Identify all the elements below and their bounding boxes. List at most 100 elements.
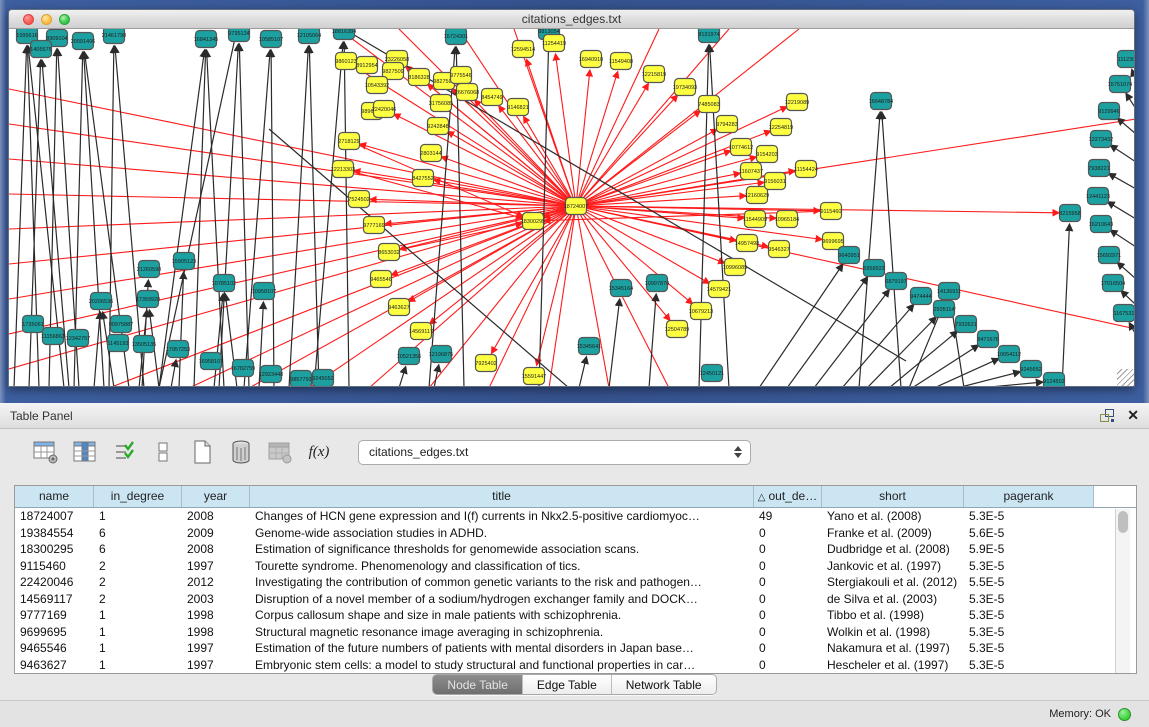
- graph-node[interactable]: 10679213: [689, 303, 713, 320]
- graph-node[interactable]: 14569117: [409, 323, 433, 340]
- graph-node[interactable]: 7938221: [1088, 160, 1109, 177]
- graph-node[interactable]: 11156863: [41, 328, 65, 345]
- graph-node[interactable]: 10654112: [997, 346, 1021, 363]
- graph-edge[interactable]: [576, 206, 609, 387]
- table-cell[interactable]: 1998: [182, 607, 250, 624]
- graph-edge[interactable]: [1110, 230, 1135, 247]
- table-cell[interactable]: 1: [94, 640, 182, 657]
- graph-node[interactable]: 17359928: [136, 291, 160, 308]
- column-header-pagerank[interactable]: pagerank: [964, 486, 1094, 507]
- network-window[interactable]: citations_edges.txt 19956168909104140557…: [8, 9, 1135, 387]
- graph-node[interactable]: 1735061: [22, 316, 43, 333]
- graph-node[interactable]: 11607437: [739, 163, 763, 180]
- graph-edge[interactable]: [912, 345, 979, 387]
- table-cell[interactable]: 1: [94, 607, 182, 624]
- graph-edge[interactable]: [649, 294, 656, 387]
- table-cell[interactable]: 2009: [182, 525, 250, 542]
- graph-node[interactable]: 10521356: [397, 348, 421, 365]
- graph-node[interactable]: 16648784: [869, 93, 893, 110]
- table-cell[interactable]: 2: [94, 558, 182, 575]
- tab-edge-table[interactable]: Edge Table: [523, 675, 612, 694]
- graph-node[interactable]: 20091406: [71, 33, 95, 50]
- graph-edge[interactable]: [1110, 145, 1135, 162]
- graph-node[interactable]: 9465546: [370, 271, 391, 288]
- graph-node[interactable]: 9124502: [1043, 373, 1064, 388]
- graph-node[interactable]: 12105064: [297, 29, 321, 44]
- graph-node[interactable]: 13505135: [132, 336, 156, 353]
- graph-edge[interactable]: [1132, 69, 1135, 81]
- table-cell[interactable]: Hescheler et al. (1997): [822, 657, 964, 674]
- zoom-window-button[interactable]: [59, 14, 70, 25]
- network-canvas[interactable]: 1995616890910414055752009140621461798168…: [9, 29, 1135, 387]
- table-cell[interactable]: 49: [754, 508, 822, 525]
- graph-node[interactable]: 10958107: [252, 283, 276, 300]
- graph-node[interactable]: 16210643: [1089, 216, 1113, 233]
- graph-edge[interactable]: [434, 365, 439, 387]
- graph-edge[interactable]: [979, 382, 1043, 387]
- graph-node[interactable]: 20206536: [89, 293, 113, 310]
- table-cell[interactable]: de Silva et al. (2003): [822, 591, 964, 608]
- network-svg[interactable]: 1995616890910414055752009140621461798168…: [9, 29, 1135, 387]
- table-cell[interactable]: 9115460: [15, 558, 94, 575]
- table-cell[interactable]: 5.3E-5: [964, 591, 1094, 608]
- graph-edge[interactable]: [1109, 173, 1135, 189]
- table-cell[interactable]: 0: [754, 525, 822, 542]
- graph-node[interactable]: 8471676: [977, 331, 998, 348]
- graph-edge[interactable]: [576, 72, 618, 206]
- table-cell[interactable]: 9777169: [15, 607, 94, 624]
- table-cell[interactable]: 5.9E-5: [964, 541, 1094, 558]
- table-cell[interactable]: 0: [754, 607, 822, 624]
- select-column-icon[interactable]: [71, 438, 99, 466]
- table-cell[interactable]: 1: [94, 508, 182, 525]
- graph-node[interactable]: 15345641: [577, 338, 601, 355]
- graph-edge[interactable]: [314, 42, 343, 387]
- table-cell[interactable]: 6: [94, 525, 182, 542]
- table-row[interactable]: 2242004622012Investigating the contribut…: [15, 574, 1136, 591]
- graph-node[interactable]: 14136911: [937, 283, 961, 300]
- graph-node[interactable]: 10965184: [775, 211, 799, 228]
- column-header-short[interactable]: short: [822, 486, 964, 507]
- table-row[interactable]: 946554611997Estimation of the future num…: [15, 640, 1136, 657]
- graph-edge[interactable]: [179, 272, 184, 387]
- graph-node[interactable]: 8215958: [1059, 205, 1080, 222]
- table-cell[interactable]: Tourette syndrome. Phenomenology and cla…: [250, 558, 754, 575]
- graph-node[interactable]: 14957498: [735, 235, 759, 252]
- tab-network-table[interactable]: Network Table: [612, 675, 716, 694]
- graph-node[interactable]: 19734093: [673, 79, 697, 96]
- table-cell[interactable]: 6: [94, 541, 182, 558]
- graph-node[interactable]: 10774612: [729, 139, 753, 156]
- graph-node[interactable]: 15345164: [609, 280, 633, 297]
- table-cell[interactable]: Structural magnetic resonance image aver…: [250, 624, 754, 641]
- table-cell[interactable]: 2: [94, 591, 182, 608]
- graph-node[interactable]: 31756085: [429, 95, 453, 112]
- table-cell[interactable]: 9463627: [15, 657, 94, 674]
- graph-edge[interactable]: [1107, 202, 1135, 219]
- graph-node[interactable]: 11154424: [794, 161, 818, 178]
- table-cell[interactable]: 1997: [182, 558, 250, 575]
- table-cell[interactable]: Dudbridge et al. (2008): [822, 541, 964, 558]
- column-header-year[interactable]: year: [182, 486, 250, 507]
- graph-edge[interactable]: [448, 132, 576, 206]
- graph-node[interactable]: 1167531: [1113, 305, 1134, 322]
- graph-node[interactable]: 16841345: [194, 31, 218, 48]
- table-cell[interactable]: Jankovic et al. (1997): [822, 558, 964, 575]
- graph-node[interactable]: 9474444: [910, 288, 931, 305]
- modify-table-icon[interactable]: [32, 438, 60, 466]
- table-cell[interactable]: 2008: [182, 541, 250, 558]
- graph-edge[interactable]: [576, 206, 693, 304]
- graph-node[interactable]: 10585107: [259, 31, 283, 48]
- column-header-name[interactable]: name: [15, 486, 94, 507]
- graph-node[interactable]: 1145193: [107, 335, 128, 352]
- table-cell[interactable]: 2003: [182, 591, 250, 608]
- graph-edge[interactable]: [9, 159, 576, 206]
- graph-node[interactable]: 8427552: [412, 170, 433, 187]
- graph-node[interactable]: 15751074: [1108, 76, 1132, 93]
- tab-node-table[interactable]: Node Table: [433, 675, 523, 694]
- table-row[interactable]: 977716911998Corpus callosum shape and si…: [15, 607, 1136, 624]
- table-cell[interactable]: 2: [94, 574, 182, 591]
- graph-node[interactable]: 9129946: [1098, 103, 1119, 120]
- graph-node[interactable]: 11254419: [542, 35, 566, 52]
- float-panel-icon[interactable]: [1100, 409, 1115, 422]
- graph-node[interactable]: 12215819: [642, 66, 666, 83]
- graph-node[interactable]: 7485083: [698, 96, 719, 113]
